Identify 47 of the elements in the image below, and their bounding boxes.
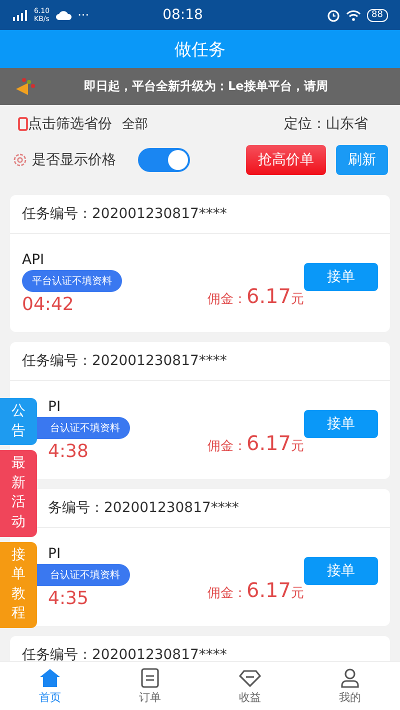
megaphone-icon: [14, 76, 38, 96]
countdown-timer: 4:38: [48, 440, 88, 462]
nav-tab[interactable]: 我的: [300, 662, 400, 710]
task-number: 务编号：202001230817****: [48, 500, 239, 516]
task-name: API: [22, 252, 44, 268]
refresh-button[interactable]: 刷新: [336, 145, 388, 175]
battery-level: 88: [366, 8, 388, 22]
page-title: 做任务: [174, 38, 226, 60]
cloud-icon: [56, 10, 72, 20]
phone-icon: [18, 117, 28, 131]
task-name: PI: [48, 546, 61, 562]
commission-text: 佣金：6.17元: [207, 431, 304, 455]
nav-tab[interactable]: 收益: [200, 662, 300, 710]
notice-text: 即日起，平台全新升级为：Le接单平台，请周: [84, 78, 328, 95]
clock-time: 08:18: [162, 7, 204, 23]
side-tab[interactable]: 接单教程: [0, 542, 37, 628]
countdown-timer: 04:42: [22, 294, 74, 314]
commission-text: 佣金：6.17元: [207, 284, 304, 308]
document-icon: [140, 668, 160, 688]
side-tab[interactable]: 公告: [0, 398, 37, 446]
side-tab[interactable]: 最新活动: [0, 450, 37, 537]
diamond-icon: [239, 668, 261, 688]
price-toggle-label: 是否显示价格: [32, 151, 116, 169]
province-filter[interactable]: 点击筛选省份: [28, 115, 112, 133]
nav-tab[interactable]: 首页: [0, 662, 100, 710]
task-number: 任务编号：202001230817****: [22, 648, 227, 661]
task-number: 任务编号：202001230817****: [22, 206, 227, 222]
commission-text: 佣金：6.17元: [207, 578, 304, 602]
wifi-icon: [346, 10, 361, 20]
accept-button[interactable]: 接单: [304, 263, 378, 291]
task-tag: 平台认证不填资料: [22, 270, 122, 292]
home-icon: [39, 668, 61, 688]
location-text: 定位：山东省: [284, 115, 368, 133]
task-name: PI: [48, 398, 61, 414]
more-indicator: ···: [78, 8, 90, 22]
gear-icon: [12, 152, 28, 168]
accept-button[interactable]: 接单: [304, 557, 378, 585]
task-number: 任务编号：202001230817****: [22, 354, 227, 368]
price-toggle[interactable]: [138, 148, 190, 172]
signal-icon: [12, 10, 28, 20]
user-icon: [340, 668, 360, 688]
alarm-icon: [326, 8, 340, 22]
accept-button[interactable]: 接单: [304, 410, 378, 438]
nav-tab[interactable]: 订单: [100, 662, 200, 710]
province-value: 全部: [122, 116, 148, 133]
countdown-timer: 4:35: [48, 588, 88, 608]
high-price-button[interactable]: 抢高价单: [246, 145, 326, 175]
